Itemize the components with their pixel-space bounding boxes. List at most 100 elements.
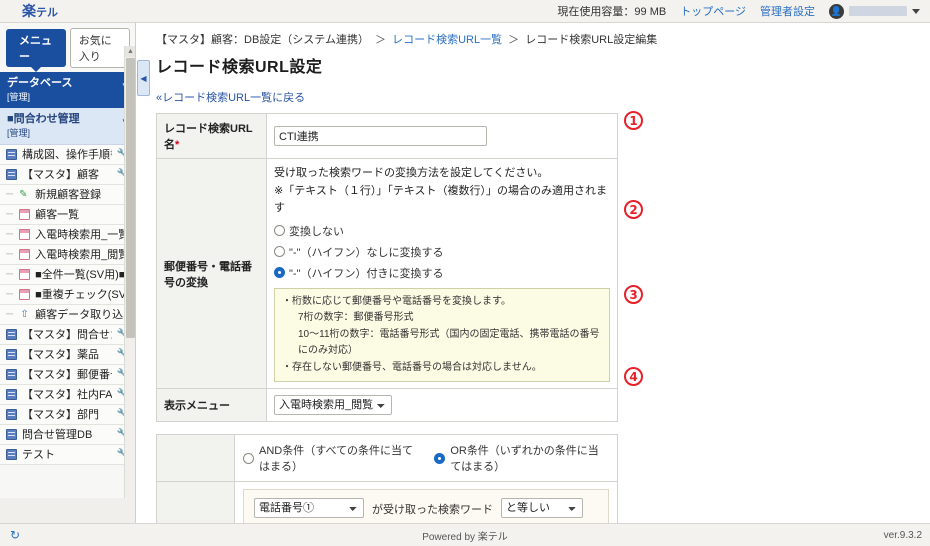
tree-branch-icon: ─ [6,189,13,200]
tree-branch-icon: ─ [6,309,13,320]
breadcrumb-separator: ＞ [375,34,386,46]
tree-branch-icon: ─ [6,229,13,240]
annotation-3: 3 [624,285,643,304]
convert-option-0[interactable]: 変換しない [274,223,610,239]
url-name-input[interactable] [274,126,487,146]
sidebar-item-15[interactable]: テスト🔧 [0,445,135,465]
breadcrumb-level2[interactable]: レコード検索URL一覧 [392,34,502,46]
table-row-andor: AND条件（すべての条件に当てはまる） OR条件（いずれかの条件に当てはまる） [157,435,618,482]
chevron-down-icon [912,9,920,14]
sidebar-item-5[interactable]: ─入電時検索用_閲覧 [0,245,135,265]
condition-field-select[interactable]: 電話番号① [254,498,364,518]
database-icon [6,449,17,460]
convert-option-radio[interactable] [274,267,285,278]
tab-favorites[interactable]: お気に入り [70,28,130,68]
annotation-1: 1 [624,111,643,130]
database-icon [6,369,17,380]
condition-row: 電話番号① が受け取った検索ワード と等しい [243,489,609,523]
sidebar-item-label: 問合せ管理DB [22,426,92,442]
top-header-right: 現在使用容量：99 MB トップページ 管理者設定 👤 [557,3,930,19]
sidebar-item-2[interactable]: ─ ✎ 新規顧客登録 [0,185,135,205]
breadcrumb-separator: ＞ [508,34,519,46]
sidebar-item-13[interactable]: 【マスタ】部門🔧 [0,405,135,425]
sidebar-item-label: 【マスタ】問合せカテゴリ [22,326,112,342]
back-to-list-link-top[interactable]: «レコード検索URL一覧に戻る [150,77,930,113]
app-logo[interactable]: 楽テル [22,1,58,21]
scrollbar-thumb[interactable] [126,58,135,338]
tab-menu[interactable]: メニュー [6,29,66,67]
database-icon [6,349,17,360]
required-marker: * [175,139,179,151]
convert-option-radio[interactable] [274,246,285,257]
display-menu-select[interactable]: 入電時検索用_閲覧 [274,395,392,415]
sidebar-group-database[interactable]: データベース [管理] ▾ [0,72,135,108]
sidebar-item-8[interactable]: ─⇧顧客データ取り込み [0,305,135,325]
sidebar-item-11[interactable]: 【マスタ】郵便番号🔧 [0,365,135,385]
scroll-up-icon[interactable]: ▲ [125,46,136,57]
display-menu-label-cell: 表示メニュー [157,389,267,422]
table-icon [19,229,30,240]
table-icon [19,249,30,260]
sidebar-nav-list: 構成図、操作手順書🔧【マスタ】顧客🔧 ─ ✎ 新規顧客登録 ─ 顧客一覧 ─入電時検索用_一… [0,145,135,465]
sidebar-item-4[interactable]: ─入電時検索用_一覧 [0,225,135,245]
sidebar-group-inquiry-label: ■問合わせ管理 [7,113,80,125]
collapse-left-icon: ◀ [140,74,146,83]
sidebar-group-database-label: データベース [7,77,72,89]
sidebar-item-7[interactable]: ─■重複チェック(SV用)■ [0,285,135,305]
sidebar-item-label: 顧客一覧 [35,206,79,222]
sidebar-item-label: 新規顧客登録 [35,186,101,202]
sidebar-group-inquiry[interactable]: ■問合わせ管理 [管理] ▾ [0,108,135,145]
condition-middle-text: が受け取った検索ワード [372,498,493,517]
user-name-redacted [849,6,907,16]
database-icon [6,329,17,340]
database-icon [6,169,17,180]
sidebar-group-inquiry-sub: [管理] [7,127,80,139]
andor-radio-group: AND条件（すべての条件に当てはまる） OR条件（いずれかの条件に当てはまる） [243,442,609,474]
sidebar-item-9[interactable]: 【マスタ】問合せカテゴリ🔧 [0,325,135,345]
sidebar-tabs: メニュー お気に入り [0,23,135,72]
logo-main: 楽 [22,3,36,19]
settings-form-table: レコード検索URL名* 郵便番号・電話番号の変換 受け取った検索ワードの変換方法… [156,113,618,422]
note-line-2: 10〜11桁の数字：電話番号形式（国内の固定電話、携帯電話の番号にのみ対応） [282,327,602,360]
tree-branch-icon: ─ [6,289,13,300]
sidebar-item-12[interactable]: 【マスタ】社内FAQ🔧 [0,385,135,405]
sidebar-item-label: 構成図、操作手順書 [22,146,112,162]
sidebar-collapse-handle[interactable]: ◀ [137,60,150,96]
admin-settings-link[interactable]: 管理者設定 [760,3,815,19]
table-row-menu: 表示メニュー 入電時検索用_閲覧 [157,389,618,422]
sidebar-item-3[interactable]: ─ 顧客一覧 [0,205,135,225]
convert-option-1[interactable]: "-"（ハイフン）なしに変換する [274,244,610,260]
sidebar-item-1[interactable]: 【マスタ】顧客🔧 [0,165,135,185]
sidebar-item-label: 【マスタ】顧客 [22,166,99,182]
top-page-link[interactable]: トップページ [680,3,746,19]
sidebar-item-label: 【マスタ】部門 [22,406,99,422]
sidebar-scrollbar[interactable]: ▲ ▼ [124,46,135,523]
convert-radio-group: 変換しない "-"（ハイフン）なしに変換する "-"（ハイフン）付きに変換する [274,223,610,281]
tree-branch-icon: ─ [6,269,13,280]
database-icon [6,409,17,420]
pencil-icon: ✎ [19,189,30,200]
sidebar-item-6[interactable]: ─■全件一覧(SV用)■ [0,265,135,285]
or-condition-radio[interactable] [434,453,445,464]
user-menu[interactable]: 👤 [829,4,920,19]
database-icon [6,429,17,440]
convert-option-2[interactable]: "-"（ハイフン）付きに変換する [274,265,610,281]
powered-by-label: Powered by 楽テル [0,528,930,543]
and-condition-radio[interactable] [243,453,254,464]
sidebar-item-0[interactable]: 構成図、操作手順書🔧 [0,145,135,165]
condition-operator-select[interactable]: と等しい [501,498,583,518]
table-icon [19,289,30,300]
sidebar-item-label: 【マスタ】社内FAQ [22,386,112,402]
table-row-name: レコード検索URL名* [157,114,618,159]
sidebar-item-10[interactable]: 【マスタ】薬品🔧 [0,345,135,365]
table-row-conditions: 条件* 電話番号① が受け取った検索ワード と等しい ✚ 追加 [157,482,618,523]
sidebar-footer-filler [0,498,136,523]
convert-desc-line-1: 受け取った検索ワードの変換方法を設定してください。 [274,165,610,183]
tree-branch-icon: ─ [6,209,13,220]
upload-icon: ⇧ [19,309,30,320]
capacity-indicator: 現在使用容量：99 MB [557,3,666,19]
convert-option-radio[interactable] [274,225,285,236]
sidebar-item-14[interactable]: 問合せ管理DB🔧 [0,425,135,445]
note-line-3: ・存在しない郵便番号、電話番号の場合は対応しません。 [282,360,602,377]
convert-value-cell: 受け取った検索ワードの変換方法を設定してください。 ※「テキスト（１行）」「テキ… [267,159,618,389]
